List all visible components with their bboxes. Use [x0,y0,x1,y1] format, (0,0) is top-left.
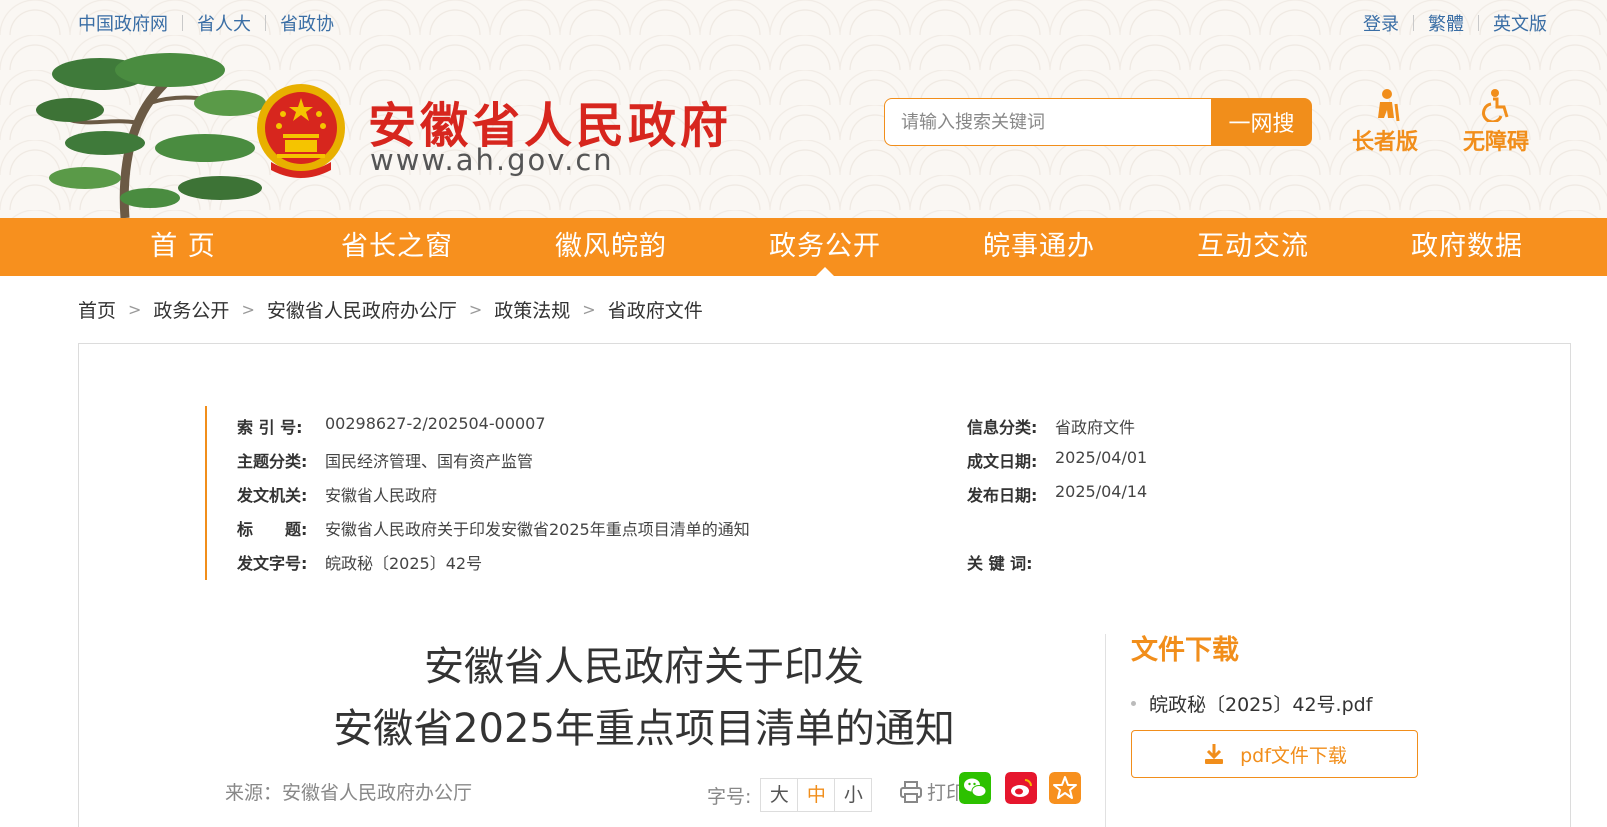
meta-value: 2025/04/01 [1055,448,1148,467]
meta-value: 国民经济管理、国有资产监管 [325,452,534,471]
document-title: 安徽省人民政府关于印发 安徽省2025年重点项目清单的通知 [319,636,969,760]
meta-row-index: 索 引 号: 00298627-2/202504-00007 [207,414,546,438]
link-cppcc[interactable]: 省政协 [280,10,334,36]
document-title-line: 安徽省2025年重点项目清单的通知 [333,706,955,752]
top-links-right: 登录 繁體 英文版 [1363,10,1547,36]
meta-value: 安徽省人民政府 [325,486,438,505]
meta-row-info-class: 信息分类: 省政府文件 [937,414,1135,438]
divider [1478,15,1479,31]
meta-row-doc-number: 发文字号: 皖政秘〔2025〕42号 [207,550,482,574]
meta-label: 发布日期: [967,486,1038,505]
elder-mode-label: 长者版 [1351,130,1418,155]
document-source: 来源：安徽省人民政府办公厅 [225,782,473,804]
meta-label: 发文机关: [237,486,308,505]
meta-row-publish-date: 发布日期: 2025/04/14 [937,482,1147,506]
pdf-download-button[interactable]: pdf文件下载 [1131,730,1418,778]
sidebar-divider [1105,634,1106,827]
meta-label: 关 键 词: [967,554,1033,573]
meta-row-title: 标 题: 安徽省人民政府关于印发安徽省2025年重点项目清单的通知 [207,516,750,540]
meta-value: 00298627-2/202504-00007 [325,414,546,433]
breadcrumb-gov-affairs[interactable]: 政务公开 [153,296,229,323]
font-size-small-button[interactable]: 小 [834,778,873,812]
huangshan-pine-icon [36,53,266,218]
print-button[interactable]: 打印 [899,778,965,805]
meta-row-issuer: 发文机关: 安徽省人民政府 [207,482,437,506]
meta-row-keywords: 关 键 词: [937,550,1055,574]
meta-label: 发文字号: [237,554,308,573]
weibo-icon[interactable] [1005,772,1037,804]
search-bar: 一网搜 [884,98,1312,146]
english-version-link[interactable]: 英文版 [1493,10,1547,36]
main-nav: 首 页 省长之窗 徽风皖韵 政务公开 皖事通办 互动交流 政府数据 [0,218,1607,276]
traditional-chinese-link[interactable]: 繁體 [1428,10,1464,36]
meta-value: 2025/04/14 [1055,482,1148,501]
divider [265,15,266,31]
wechat-icon[interactable] [959,772,991,804]
download-section-title: 文件下载 [1131,635,1239,666]
download-file-link[interactable]: 皖政秘〔2025〕42号.pdf [1131,690,1372,717]
nav-services[interactable]: 皖事通办 [932,218,1146,276]
divider [182,15,183,31]
breadcrumb: 首页 > 政务公开 > 安徽省人民政府办公厅 > 政策法规 > 省政府文件 [78,296,703,323]
meta-label: 索 引 号: [237,418,303,437]
star-icon[interactable] [1049,772,1081,804]
meta-value: 省政府文件 [1055,418,1136,437]
bullet-icon [1131,701,1136,706]
document-title-line: 安徽省人民政府关于印发 [424,644,864,690]
chevron-right-icon: > [241,300,255,319]
nav-culture[interactable]: 徽风皖韵 [504,218,718,276]
font-size-label: 字号: [707,785,752,808]
font-size-large-button[interactable]: 大 [760,778,799,812]
meta-row-topic: 主题分类: 国民经济管理、国有资产监管 [207,448,533,472]
national-emblem-icon [257,84,345,178]
divider [1413,15,1414,31]
chevron-right-icon: > [128,300,142,319]
breadcrumb-provincial-docs[interactable]: 省政府文件 [608,296,703,323]
search-input[interactable] [884,98,1211,146]
chevron-right-icon: > [468,300,483,319]
nav-interaction[interactable]: 互动交流 [1146,218,1360,276]
breadcrumb-office[interactable]: 安徽省人民政府办公厅 [267,296,457,323]
meta-value: 皖政秘〔2025〕42号 [325,554,483,573]
link-provincial-congress[interactable]: 省人大 [197,10,251,36]
meta-row-written-date: 成文日期: 2025/04/01 [937,448,1147,472]
search-button[interactable]: 一网搜 [1211,98,1312,146]
meta-label: 成文日期: [967,452,1038,471]
content-panel: 索 引 号: 00298627-2/202504-00007 主题分类: 国民经… [78,343,1571,827]
link-gov-cn[interactable]: 中国政府网 [78,10,168,36]
elder-icon [1378,89,1400,122]
document-metadata: 索 引 号: 00298627-2/202504-00007 主题分类: 国民经… [205,406,1305,580]
nav-government-data[interactable]: 政府数据 [1360,218,1574,276]
nav-government-affairs[interactable]: 政务公开 [718,218,932,276]
chevron-right-icon: > [582,300,596,319]
elder-mode-button[interactable]: 长者版 [1345,88,1425,156]
meta-label: 信息分类: [967,418,1038,437]
download-icon [1205,744,1224,764]
pdf-download-label: pdf文件下载 [1240,744,1347,767]
printer-icon [900,780,922,803]
top-links-left: 中国政府网 省人大 省政协 [78,10,334,36]
download-file-name: 皖政秘〔2025〕42号.pdf [1149,694,1373,716]
login-link[interactable]: 登录 [1363,10,1399,36]
site-url: www.ah.gov.cn [370,143,614,177]
meta-label: 标 题: [237,520,308,539]
breadcrumb-home[interactable]: 首页 [78,296,116,323]
accessibility-label: 无障碍 [1462,130,1529,155]
font-size-medium-button[interactable]: 中 [797,778,836,812]
accessibility-button[interactable]: 无障碍 [1456,88,1536,156]
font-size-control: 字号: 大 中 小 [707,778,873,812]
wheelchair-icon [1482,89,1509,122]
site-header: 中国政府网 省人大 省政协 登录 繁體 英文版 安徽省人民政府 www.ah.g… [0,0,1607,218]
nav-governor-window[interactable]: 省长之窗 [290,218,504,276]
meta-value: 安徽省人民政府关于印发安徽省2025年重点项目清单的通知 [325,520,750,539]
nav-home[interactable]: 首 页 [76,218,290,276]
meta-label: 主题分类: [237,452,308,471]
breadcrumb-policy[interactable]: 政策法规 [494,296,570,323]
